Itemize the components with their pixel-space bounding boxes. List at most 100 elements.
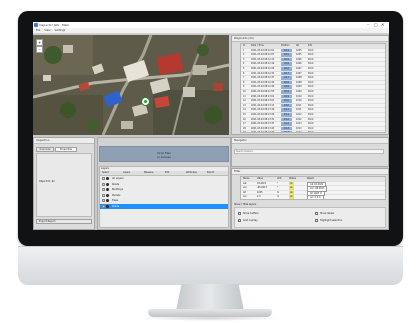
table-cell-time: 2021-03-04 08:12:07 bbox=[251, 53, 275, 57]
layers-toolbar-button[interactable]: Edit bbox=[165, 171, 169, 175]
layer-visibility-checkbox[interactable] bbox=[101, 182, 105, 186]
layer-row[interactable]: Buildings bbox=[100, 187, 228, 192]
col-header[interactable]: Position bbox=[281, 44, 290, 48]
waypoints-rows: 1 2021-03-04 08:12:01 18.4 1005 Point 2 2021-0… bbox=[241, 48, 385, 133]
table-cell-info: Point bbox=[308, 94, 314, 98]
map-marker-icon[interactable] bbox=[141, 97, 150, 106]
table-cell-pos: 19.2 bbox=[281, 117, 292, 122]
table-cell-alt: 1011 bbox=[296, 108, 302, 112]
layer-row[interactable]: Points bbox=[100, 203, 228, 209]
menu-bar: File View Settings bbox=[33, 28, 389, 34]
table-cell-alt: 1013 bbox=[296, 122, 302, 126]
zoom-in-button[interactable]: + bbox=[36, 39, 43, 46]
table-cell-pos: 19.1 bbox=[281, 108, 292, 112]
table-cell-pos: 18.7 bbox=[281, 76, 292, 80]
zoom-out-button[interactable]: – bbox=[36, 46, 43, 53]
menu-file[interactable]: File bbox=[36, 28, 40, 33]
highlight-selection-checkbox[interactable] bbox=[315, 219, 318, 222]
layer-visibility-checkbox[interactable] bbox=[101, 188, 105, 191]
table-cell-n: 4 bbox=[243, 62, 245, 66]
layer-visibility-checkbox[interactable] bbox=[101, 193, 105, 197]
table-cell-info: Point bbox=[308, 126, 314, 130]
table-cell-info: Point bbox=[308, 103, 314, 107]
table-cell-n: 10 bbox=[243, 89, 246, 93]
table-cell-n: 11 bbox=[243, 94, 246, 98]
layer-row[interactable]: Trees bbox=[100, 198, 228, 203]
table-cell-n: 12 bbox=[243, 99, 246, 103]
layers-toolbar-button[interactable]: Select bbox=[102, 171, 109, 175]
table-cell-n: 18 bbox=[243, 126, 246, 130]
tab-overview[interactable]: Overview bbox=[36, 147, 54, 152]
table-cell-pos: 19.1 bbox=[281, 112, 292, 117]
menu-view[interactable]: View bbox=[44, 28, 50, 33]
table-cell-alt: 1008 bbox=[296, 76, 302, 80]
table-cell-alt: 1010 bbox=[296, 94, 302, 98]
options-title: Show / Hide layers bbox=[234, 203, 257, 206]
waypoints-panel-header: Waypoints (24) bbox=[232, 36, 388, 42]
table-cell-info: Point bbox=[308, 85, 314, 89]
show-labels-checkbox[interactable] bbox=[315, 212, 318, 215]
table-cell-n: 5 bbox=[243, 66, 245, 70]
layers-toolbar-button[interactable]: Attributes bbox=[186, 171, 197, 175]
table-cell-n: 16 bbox=[243, 117, 246, 121]
table-cell-info: Point bbox=[308, 53, 314, 57]
col-header[interactable]: # bbox=[243, 44, 245, 48]
table-cell-n: 17 bbox=[243, 122, 246, 126]
layer-visibility-checkbox[interactable] bbox=[101, 199, 105, 202]
filter-table[interactable]: Name Value Unit Status Result Lat 18.4021… bbox=[240, 176, 386, 200]
col-header[interactable]: Info bbox=[308, 44, 312, 48]
layers-toolbar-button[interactable]: Measure bbox=[144, 171, 153, 175]
table-cell-time: 2021-03-04 08:12:37 bbox=[251, 76, 275, 80]
table-cell-alt: 1009 bbox=[296, 85, 302, 89]
layers-toolbar-button[interactable]: Layers bbox=[123, 171, 130, 175]
layers-box: Layers Select Layers Measure Edit Attributes… bbox=[99, 166, 229, 228]
drop-subtitle: or browse bbox=[157, 155, 171, 159]
col-header[interactable]: Name bbox=[243, 177, 249, 181]
table-cell-info: Point bbox=[308, 89, 314, 93]
show-labels-label: Show labels bbox=[320, 211, 335, 215]
satellite-map[interactable]: + – bbox=[33, 35, 229, 135]
layer-visibility-checkbox[interactable] bbox=[101, 204, 105, 208]
col-header[interactable]: Status bbox=[289, 177, 296, 181]
show-buffers-checkbox[interactable] bbox=[238, 212, 241, 215]
layers-toolbar-button[interactable]: Export bbox=[207, 171, 214, 175]
table-cell-info: Point bbox=[308, 71, 314, 75]
table-cell-info: Point bbox=[308, 117, 314, 121]
filter-rows: Lat 18.4021 ° ok Lat 18.4021 Lon -66.0613 ° ok Lo… bbox=[241, 181, 385, 199]
marker-dot bbox=[144, 100, 147, 103]
filter-row[interactable]: Acc 2.4 m ok Acc 2.4 m bbox=[241, 195, 385, 199]
layer-row[interactable]: Parcels bbox=[100, 193, 228, 198]
col-header[interactable]: Value bbox=[257, 177, 263, 181]
export-report-button[interactable]: Export Report bbox=[36, 219, 92, 224]
table-cell-alt: 1013 bbox=[296, 126, 302, 130]
table-cell-info: Point bbox=[308, 76, 314, 80]
col-header[interactable]: Date / Time bbox=[251, 44, 264, 48]
monitor-stand-neck bbox=[176, 284, 244, 311]
layer-row[interactable]: Roads bbox=[100, 182, 228, 187]
table-cell-time: 2021-03-04 08:13:19 bbox=[251, 108, 275, 112]
layer-symbol-icon bbox=[106, 193, 109, 197]
waypoints-table[interactable]: # Date / Time Position Alt Info 1 2021-03… bbox=[240, 43, 386, 133]
file-drop-zone[interactable]: Drop files or browse bbox=[99, 146, 229, 162]
layer-row[interactable]: All Layers bbox=[100, 176, 228, 181]
navigator-panel-title: Navigator bbox=[234, 139, 247, 142]
location-search-input[interactable] bbox=[234, 149, 384, 154]
waypoints-panel-title: Waypoints (24) bbox=[234, 37, 254, 40]
table-cell-pos: 18.6 bbox=[281, 62, 292, 66]
table-row[interactable]: 19 2021-03-04 08:13:49 19.3 1014 Point bbox=[241, 131, 385, 133]
col-header[interactable]: Result bbox=[307, 177, 314, 181]
layer-visibility-checkbox[interactable] bbox=[101, 177, 105, 180]
table-cell-alt: 1005 bbox=[296, 53, 302, 57]
layer-symbol-icon bbox=[106, 182, 109, 186]
grid-overlay-checkbox[interactable] bbox=[238, 219, 241, 222]
inspection-panel-title: Inspection bbox=[36, 139, 50, 142]
menu-settings[interactable]: Settings bbox=[54, 28, 65, 33]
waypoints-panel: Waypoints (24) # Date / Time Position Al… bbox=[231, 35, 389, 135]
table-cell-n: 3 bbox=[243, 57, 245, 61]
col-header[interactable]: Alt bbox=[296, 44, 299, 48]
tab-properties[interactable]: Properties bbox=[55, 147, 77, 152]
table-cell-n: 19 bbox=[243, 131, 246, 133]
filter-cell-name: Lat bbox=[243, 181, 247, 185]
table-cell-alt: 1012 bbox=[296, 117, 302, 121]
col-header[interactable]: Unit bbox=[277, 177, 281, 181]
